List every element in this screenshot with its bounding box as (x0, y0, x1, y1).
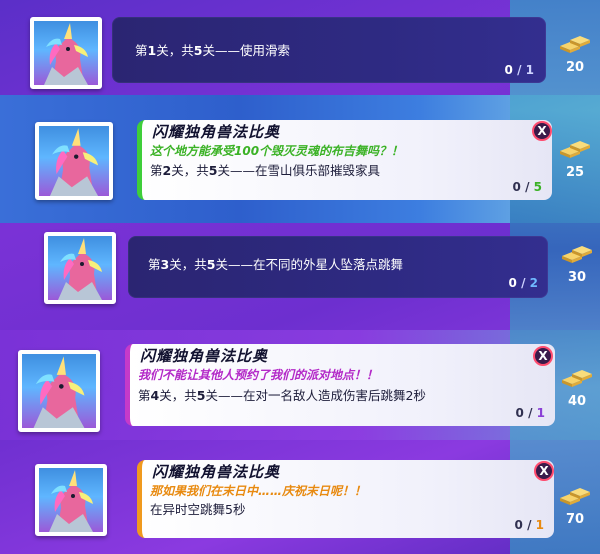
gold-bars-icon (560, 141, 590, 158)
quest-card[interactable]: 闪耀独角兽法比奥 那如果我们在末日中……庆祝末日呢！！ 在异时空跳舞5秒 0 /… (137, 460, 554, 538)
quest-progress: 0 / 1 (515, 406, 545, 420)
unicorn-portrait (30, 17, 102, 89)
speaker-name: 闪耀独角兽法比奥 (152, 123, 281, 141)
reward: 20 (553, 30, 597, 75)
unicorn-portrait (35, 464, 107, 536)
quest-progress: 0 / 5 (512, 180, 542, 194)
quest-text: 第2关，共5关——在雪山俱乐部摧毁家具 (150, 163, 380, 178)
quest-progress: 0 / 1 (514, 518, 544, 532)
quest-card[interactable]: 闪耀独角兽法比奥 我们不能让其他人预约了我们的派对地点！！ 第4关，共5关——在… (125, 344, 555, 426)
gold-bars-icon (560, 36, 590, 53)
quest-card[interactable]: 闪耀独角兽法比奥 这个地方能承受100个毁灭灵魂的布吉舞吗？！ 第2关，共5关—… (137, 120, 552, 200)
reward: 30 (555, 240, 599, 285)
speaker-name: 闪耀独角兽法比奥 (152, 463, 281, 481)
gold-bars-icon (562, 246, 592, 263)
speech-text: 那如果我们在末日中……庆祝末日呢！！ (150, 484, 367, 498)
close-button[interactable]: X (532, 121, 552, 141)
reward-amount: 20 (565, 60, 585, 75)
quest-text: 第3关，共5关——在不同的外星人坠落点跳舞 (148, 257, 403, 272)
quest-card[interactable]: 第3关，共5关——在不同的外星人坠落点跳舞 0 / 2 (128, 236, 548, 298)
reward-amount: 30 (567, 270, 587, 285)
unicorn-portrait (35, 122, 113, 200)
reward-amount: 25 (565, 165, 585, 180)
quest-progress: 0 / 1 (504, 63, 534, 77)
speaker-name: 闪耀独角兽法比奥 (140, 347, 269, 365)
unicorn-portrait (44, 232, 116, 304)
reward: 40 (555, 364, 599, 409)
speech-text: 这个地方能承受100个毁灭灵魂的布吉舞吗？！ (150, 144, 404, 158)
unicorn-portrait (18, 350, 100, 432)
reward-amount: 40 (567, 394, 587, 409)
reward: 70 (553, 482, 597, 527)
quest-progress: 0 / 2 (508, 276, 538, 290)
quest-text: 第4关，共5关——在对一名敌人造成伤害后跳舞2秒 (138, 388, 426, 403)
reward-amount: 70 (565, 512, 585, 527)
gold-bars-icon (562, 370, 592, 387)
quest-text: 第1关，共5关——使用滑索 (135, 43, 290, 58)
speech-text: 我们不能让其他人预约了我们的派对地点！！ (138, 368, 379, 382)
gold-bars-icon (560, 488, 590, 505)
reward: 25 (553, 135, 597, 180)
close-button[interactable]: X (533, 346, 553, 366)
close-button[interactable]: X (534, 461, 554, 481)
quest-text: 在异时空跳舞5秒 (150, 502, 246, 517)
quest-card[interactable]: 第1关，共5关——使用滑索 0 / 1 (112, 17, 546, 83)
